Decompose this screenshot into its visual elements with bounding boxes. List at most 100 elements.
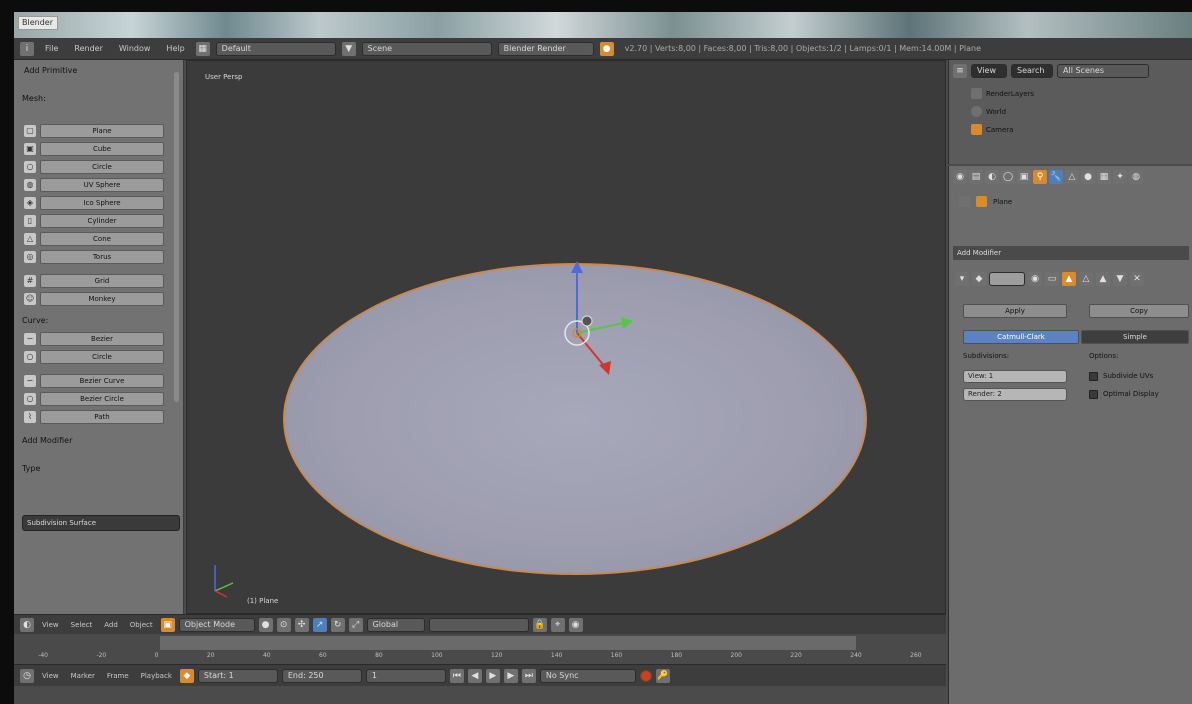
move-down-icon[interactable]: ▼ [1113,272,1127,286]
add-path-button[interactable]: Path [40,410,164,424]
viewport-menu-view[interactable]: View [38,621,63,629]
add-circle-button[interactable]: Circle [40,160,164,174]
add-bezier-button[interactable]: Bezier [40,332,164,346]
viewport-menu-add[interactable]: Add [100,621,122,629]
record-icon[interactable] [639,669,652,682]
material-tab-icon[interactable]: ● [1081,170,1095,184]
view-levels-field[interactable]: View: 1 [963,370,1067,383]
lock-icon[interactable]: 🔒 [532,617,547,632]
keyframe-icon[interactable]: ◆ [179,668,194,683]
close-icon[interactable]: ✕ [1130,272,1144,286]
prev-key-icon[interactable]: ◀ [467,668,482,683]
optimal-display-checkbox[interactable] [1089,390,1098,399]
3d-viewport[interactable]: User Persp (1) Plane [186,60,946,614]
render-toggle-icon[interactable]: ◉ [1028,272,1042,286]
snap-icon[interactable]: ⌖ [550,617,565,632]
sync-select[interactable]: No Sync [539,668,636,683]
scene-icon[interactable]: ▼ [341,41,356,56]
add-torus-button[interactable]: Torus [40,250,164,264]
world-tab-icon[interactable]: ◯ [1001,170,1015,184]
menu-render[interactable]: Render [69,44,107,53]
particles-tab-icon[interactable]: ✦ [1113,170,1127,184]
add-cylinder-button[interactable]: Cylinder [40,214,164,228]
timeline[interactable]: -40 -20 0 20 40 60 80 100 120 140 160 18… [14,634,946,664]
pivot-icon[interactable]: ⊙ [276,617,291,632]
render-levels-field[interactable]: Render: 2 [963,388,1067,401]
render-preview-icon[interactable]: ◉ [568,617,583,632]
add-bezier-curve-button[interactable]: Bezier Curve [40,374,164,388]
timeline-menu-frame[interactable]: Frame [103,672,133,680]
orientation-select[interactable]: Global [366,617,425,632]
menu-window[interactable]: Window [114,44,156,53]
shelf-scrollbar[interactable] [174,72,179,402]
manipulator-icon[interactable]: ✣ [294,617,309,632]
add-grid-button[interactable]: Grid [40,274,164,288]
transform-gizmo[interactable] [527,257,647,387]
viewport-menu-object[interactable]: Object [126,621,157,629]
outliner-row-renderlayers[interactable]: RenderLayers [971,88,1034,99]
shading-icon[interactable]: ● [258,617,273,632]
object-tab-icon[interactable]: ▣ [1017,170,1031,184]
add-uv-sphere-button[interactable]: UV Sphere [40,178,164,192]
modifier-name-field[interactable] [989,272,1025,286]
editmode-toggle-icon[interactable]: ▲ [1062,272,1076,286]
timeline-menu-view[interactable]: View [38,672,63,680]
outliner-display-select[interactable]: All Scenes [1057,64,1149,78]
timeline-menu-marker[interactable]: Marker [67,672,99,680]
cage-toggle-icon[interactable]: △ [1079,272,1093,286]
realtime-toggle-icon[interactable]: ▭ [1045,272,1059,286]
next-key-icon[interactable]: ▶ [503,668,518,683]
start-frame-field[interactable]: Start: 1 [197,668,278,683]
add-monkey-button[interactable]: Monkey [40,292,164,306]
texture-tab-icon[interactable]: ▦ [1097,170,1111,184]
layers-tab-icon[interactable]: ▤ [969,170,983,184]
scene-tab-icon[interactable]: ◐ [985,170,999,184]
screen-layout-icon[interactable]: ▦ [195,41,210,56]
menu-file[interactable]: File [40,44,63,53]
timeline-menu-playback[interactable]: Playback [137,672,176,680]
catmull-clark-tab[interactable]: Catmull-Clark [963,330,1079,344]
scale-icon[interactable]: ⤢ [348,617,363,632]
timeline-editor-icon[interactable]: ◷ [20,668,34,683]
jump-start-icon[interactable]: ⏮ [449,668,464,683]
expand-icon[interactable]: ▾ [955,272,969,286]
info-editor-icon[interactable]: i [20,41,34,56]
add-bezier-circle-button[interactable]: Bezier Circle [40,392,164,406]
modifier-type-select[interactable]: Subdivision Surface [22,515,180,531]
constraints-tab-icon[interactable]: ⚲ [1033,170,1047,184]
rotate-icon[interactable]: ↻ [330,617,345,632]
outliner-view-menu[interactable]: View [971,64,1007,78]
jump-end-icon[interactable]: ⏭ [521,668,536,683]
current-frame-field[interactable]: 1 [365,668,446,683]
screen-layout-field[interactable]: Default [215,41,336,56]
outliner-editor-icon[interactable]: ≡ [953,64,967,78]
add-ico-sphere-button[interactable]: Ico Sphere [40,196,164,210]
data-tab-icon[interactable]: △ [1065,170,1079,184]
end-frame-field[interactable]: End: 250 [281,668,362,683]
add-curve-circle-button[interactable]: Circle [40,350,164,364]
translate-icon[interactable]: ↗ [312,617,327,632]
render-tab-icon[interactable]: ◉ [953,170,967,184]
outliner-row-camera[interactable]: Camera [971,124,1013,135]
menu-help[interactable]: Help [161,44,189,53]
pin-icon[interactable] [959,196,970,207]
subdivide-uvs-checkbox[interactable] [1089,372,1098,381]
add-cone-button[interactable]: Cone [40,232,164,246]
outliner-row-world[interactable]: World [971,106,1006,117]
keying-set-icon[interactable]: 🔑 [655,668,670,683]
add-cube-button[interactable]: Cube [40,142,164,156]
modifier-panel-header[interactable]: Add Modifier [953,246,1189,260]
outliner-search-menu[interactable]: Search [1011,64,1053,78]
modifiers-tab-icon[interactable]: 🔧 [1049,170,1063,184]
physics-tab-icon[interactable]: ◍ [1129,170,1143,184]
render-engine-select[interactable]: Blender Render [497,41,594,56]
shelf-section-title[interactable]: Add Primitive [24,66,77,75]
layers-grid[interactable] [428,617,529,632]
play-icon[interactable]: ▶ [485,668,500,683]
apply-button[interactable]: Apply [963,304,1067,318]
mode-select[interactable]: Object Mode [178,617,255,632]
viewport-menu-select[interactable]: Select [67,621,97,629]
add-plane-button[interactable]: Plane [40,124,164,138]
viewport-editor-icon[interactable]: ◐ [20,617,34,632]
copy-button[interactable]: Copy [1089,304,1189,318]
